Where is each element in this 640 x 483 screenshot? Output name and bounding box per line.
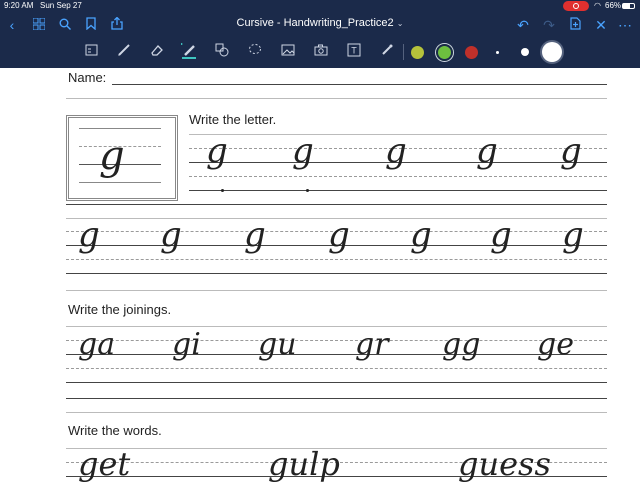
- record-indicator: [563, 1, 589, 11]
- ink-dot: [306, 189, 309, 192]
- status-time: 9:20 AM: [4, 1, 34, 10]
- joining-sample: gg: [442, 327, 481, 362]
- color-swatch-olive[interactable]: [411, 46, 424, 59]
- image-icon[interactable]: [279, 43, 297, 61]
- highlighter-icon[interactable]: [180, 43, 198, 61]
- pen-icon[interactable]: [115, 43, 133, 61]
- redo-icon[interactable]: ↷: [540, 16, 558, 34]
- battery-percent: 66%: [605, 1, 622, 10]
- practice-letter: g: [385, 131, 407, 171]
- section-write-joinings: Write the joinings.: [68, 302, 172, 317]
- status-date: Sun Sep 27: [40, 1, 82, 10]
- joining-sample: ga: [78, 327, 116, 362]
- ink-dot: [221, 189, 224, 192]
- camera-icon[interactable]: [312, 43, 330, 61]
- status-bar: 9:20 AM Sun Sep 27 ◠ 66%: [0, 0, 640, 12]
- practice-letter: g: [562, 215, 584, 255]
- divider-line: [66, 98, 607, 99]
- add-page-icon[interactable]: [566, 16, 584, 34]
- practice-letter: g: [78, 215, 100, 255]
- read-only-icon[interactable]: [82, 43, 100, 61]
- name-label: Name:: [68, 70, 107, 85]
- section-write-letter: Write the letter.: [189, 112, 277, 127]
- close-icon[interactable]: ✕: [592, 16, 610, 34]
- wifi-icon: ◠: [594, 1, 601, 10]
- word-sample: gulp: [268, 445, 340, 483]
- word-sample: get: [78, 445, 131, 483]
- section-write-words: Write the words.: [68, 423, 162, 438]
- practice-letter: g: [490, 215, 512, 255]
- color-swatch-red[interactable]: [465, 46, 478, 59]
- practice-letter: g: [244, 215, 266, 255]
- tool-bar: T: [0, 37, 640, 68]
- worksheet-page[interactable]: Name: g Write the letter. g g g g g g g …: [0, 68, 640, 480]
- joining-sample: gu: [258, 327, 297, 362]
- more-icon[interactable]: ⋯: [616, 16, 634, 34]
- laser-pointer-icon[interactable]: [378, 43, 396, 61]
- joining-sample: ge: [537, 327, 574, 362]
- name-line: [112, 84, 607, 85]
- battery-icon: [622, 3, 635, 9]
- practice-letter: g: [292, 131, 314, 171]
- svg-text:T: T: [351, 46, 357, 56]
- joining-sample: gr: [355, 327, 389, 362]
- record-icon: [573, 3, 579, 9]
- eraser-icon[interactable]: [148, 43, 166, 61]
- undo-icon[interactable]: ↶: [514, 16, 532, 34]
- word-sample: guess: [458, 445, 551, 483]
- shapes-icon[interactable]: [213, 43, 231, 61]
- joining-sample: gi: [172, 327, 201, 362]
- model-letter: g: [99, 133, 125, 179]
- practice-letter: g: [328, 215, 350, 255]
- practice-letter: g: [560, 131, 582, 171]
- document-title: Cursive - Handwriting_Practice2: [236, 17, 394, 29]
- chevron-down-icon: ⌄: [396, 19, 404, 28]
- practice-letter: g: [206, 131, 228, 171]
- nav-bar: ‹ Cursive - Handwriting_Practice2 ⌄ ↶ ↷ …: [0, 12, 640, 37]
- toolbar-divider: [403, 44, 404, 60]
- practice-letter: g: [476, 131, 498, 171]
- lasso-icon[interactable]: [246, 43, 264, 61]
- practice-letter: g: [160, 215, 182, 255]
- color-swatch-green-selected[interactable]: [436, 44, 453, 61]
- text-box-icon[interactable]: T: [345, 43, 363, 61]
- stroke-size-medium[interactable]: [521, 48, 529, 56]
- practice-letter: g: [410, 215, 432, 255]
- stroke-size-small[interactable]: [496, 51, 499, 54]
- model-letter-box: g: [66, 115, 178, 201]
- stroke-size-large-selected[interactable]: [542, 42, 562, 62]
